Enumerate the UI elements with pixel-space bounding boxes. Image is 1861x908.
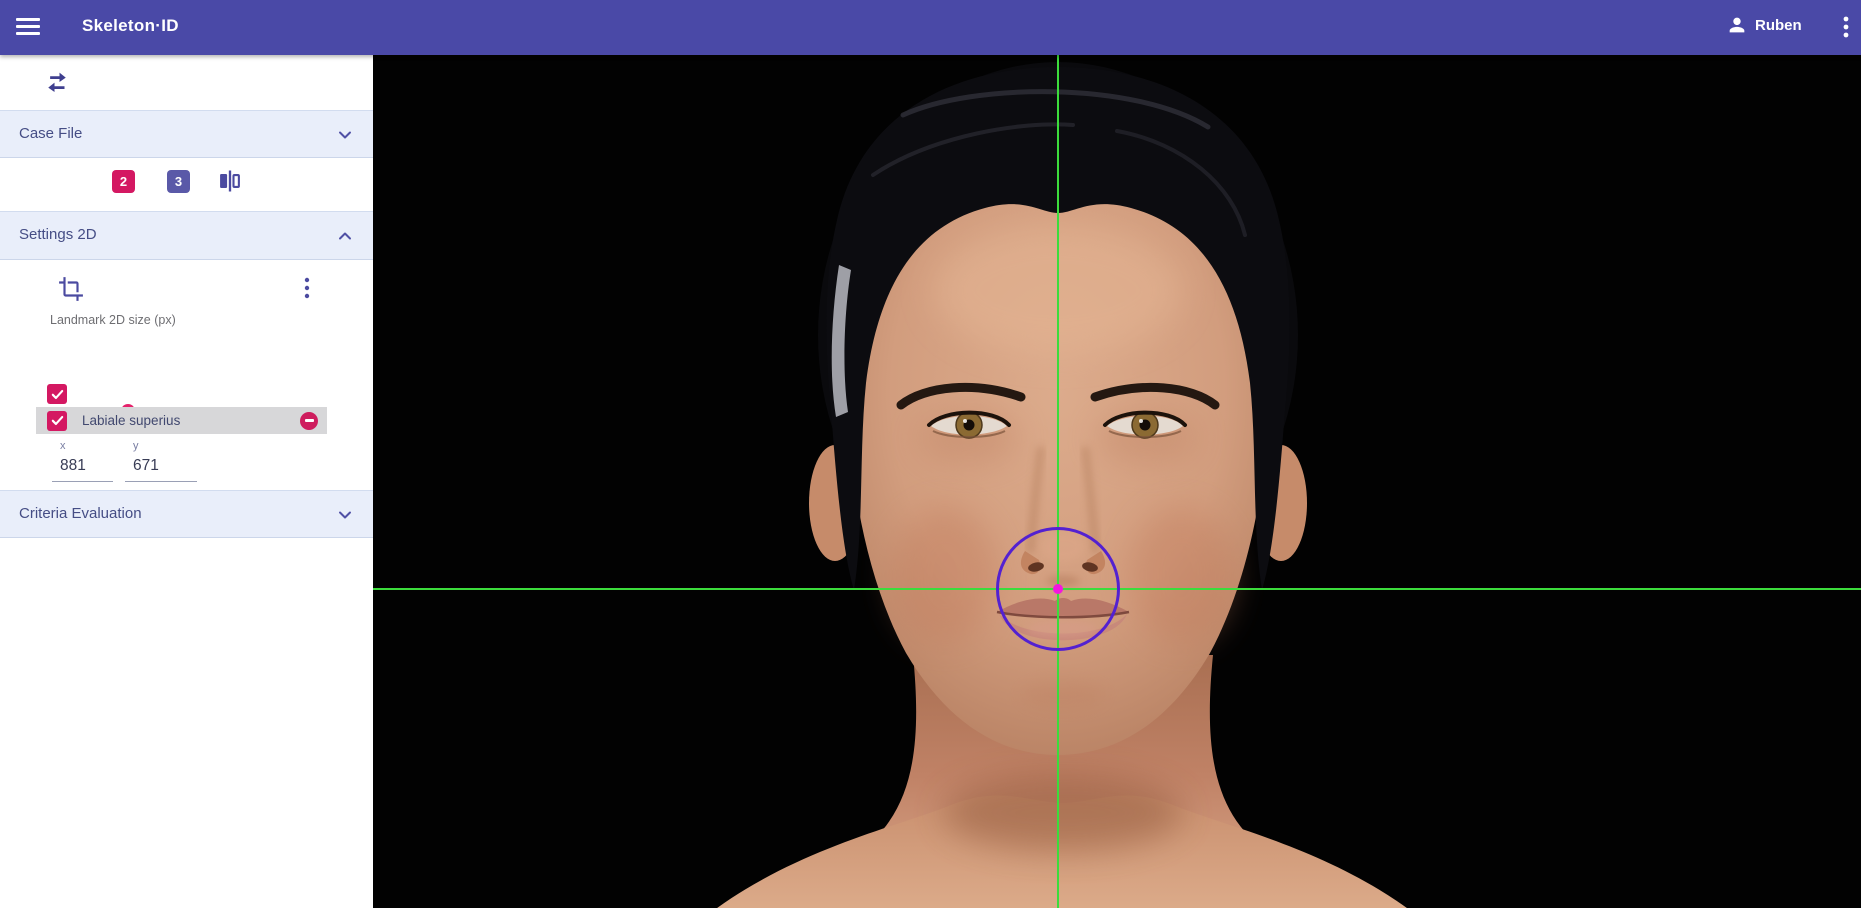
app-header: Skeleton·ID Ruben: [0, 0, 1861, 55]
user-menu[interactable]: Ruben: [1726, 14, 1802, 36]
face-render: [373, 55, 1861, 908]
x-input[interactable]: [52, 454, 113, 482]
settings-2d-label: Settings 2D: [19, 226, 97, 243]
user-icon: [1726, 14, 1748, 36]
chevron-down-icon: [335, 125, 355, 145]
sidebar: Case File 2 3 Settings 2D Landmark 2D si…: [0, 55, 373, 908]
render-viewport-3d[interactable]: [373, 55, 1861, 908]
overflow-menu-icon[interactable]: [1836, 14, 1856, 40]
chevron-down-icon: [335, 505, 355, 525]
x-label: x: [52, 440, 113, 452]
user-name: Ruben: [1755, 17, 1802, 34]
coordinate-y-field: y: [125, 440, 197, 482]
landmark-size-label: Landmark 2D size (px): [50, 313, 176, 327]
crosshair-vertical-line: [1057, 55, 1059, 908]
section-case-file[interactable]: Case File: [0, 110, 373, 158]
landmark-checkbox[interactable]: [47, 411, 67, 431]
view-2d-button[interactable]: 2: [112, 170, 135, 193]
swap-arrows-icon[interactable]: [40, 67, 76, 99]
menu-icon[interactable]: [16, 14, 44, 40]
settings-overflow-icon[interactable]: [298, 275, 316, 301]
app-title: Skeleton·ID: [82, 16, 179, 36]
chevron-up-icon: [335, 226, 355, 246]
crop-icon[interactable]: [58, 276, 84, 302]
landmark-row[interactable]: Labiale superius: [36, 407, 327, 434]
landmark-point[interactable]: [1053, 584, 1063, 594]
y-input[interactable]: [125, 454, 197, 482]
y-label: y: [125, 440, 197, 452]
case-file-label: Case File: [19, 125, 82, 142]
criteria-evaluation-label: Criteria Evaluation: [19, 505, 142, 522]
view-3d-button[interactable]: 3: [167, 170, 190, 193]
landmark-name: Labiale superius: [82, 413, 300, 428]
landmark-group-checkbox[interactable]: [47, 384, 67, 404]
section-settings-2d[interactable]: Settings 2D: [0, 211, 373, 260]
remove-landmark-button[interactable]: [300, 412, 318, 430]
flip-compare-icon[interactable]: [216, 167, 244, 195]
coordinate-x-field: x: [52, 440, 113, 482]
section-criteria-evaluation[interactable]: Criteria Evaluation: [0, 490, 373, 538]
